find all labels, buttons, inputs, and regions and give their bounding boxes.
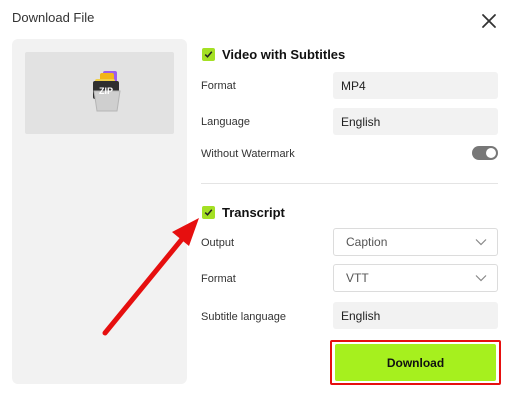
dialog-title: Download File — [12, 10, 95, 25]
transcript-format-label: Format — [201, 273, 236, 285]
format-field[interactable]: MP4 — [333, 72, 498, 99]
section-divider — [201, 183, 498, 184]
watermark-toggle[interactable] — [472, 146, 498, 160]
zip-label: ZIP — [99, 86, 113, 96]
transcript-format-value: VTT — [346, 271, 369, 285]
subtitle-language-label: Subtitle language — [201, 311, 287, 323]
zip-folder-icon: ZIP — [91, 69, 127, 113]
chevron-down-icon — [475, 239, 487, 246]
preview-thumbnail: ZIP — [25, 52, 174, 134]
subtitle-language-field[interactable]: English — [333, 302, 498, 329]
transcript-label: Transcript — [222, 205, 285, 220]
chevron-down-icon — [475, 275, 487, 282]
check-icon — [204, 209, 213, 216]
language-field[interactable]: English — [333, 108, 498, 135]
check-icon — [204, 51, 213, 58]
toggle-knob — [486, 148, 496, 158]
format-label: Format — [201, 80, 236, 92]
output-label: Output — [201, 237, 235, 249]
video-subtitles-label: Video with Subtitles — [222, 47, 346, 62]
video-subtitles-checkbox[interactable] — [202, 48, 215, 61]
watermark-label: Without Watermark — [201, 148, 295, 160]
output-select[interactable]: Caption — [333, 228, 498, 256]
transcript-format-select[interactable]: VTT — [333, 264, 498, 292]
transcript-checkbox[interactable] — [202, 206, 215, 219]
output-value: Caption — [346, 235, 388, 249]
video-subtitles-option[interactable]: Video with Subtitles — [202, 47, 345, 62]
close-icon[interactable] — [478, 10, 500, 32]
preview-panel: ZIP — [12, 39, 187, 384]
transcript-option[interactable]: Transcript — [202, 205, 285, 220]
download-button[interactable]: Download — [335, 344, 496, 381]
language-label: Language — [201, 116, 250, 128]
